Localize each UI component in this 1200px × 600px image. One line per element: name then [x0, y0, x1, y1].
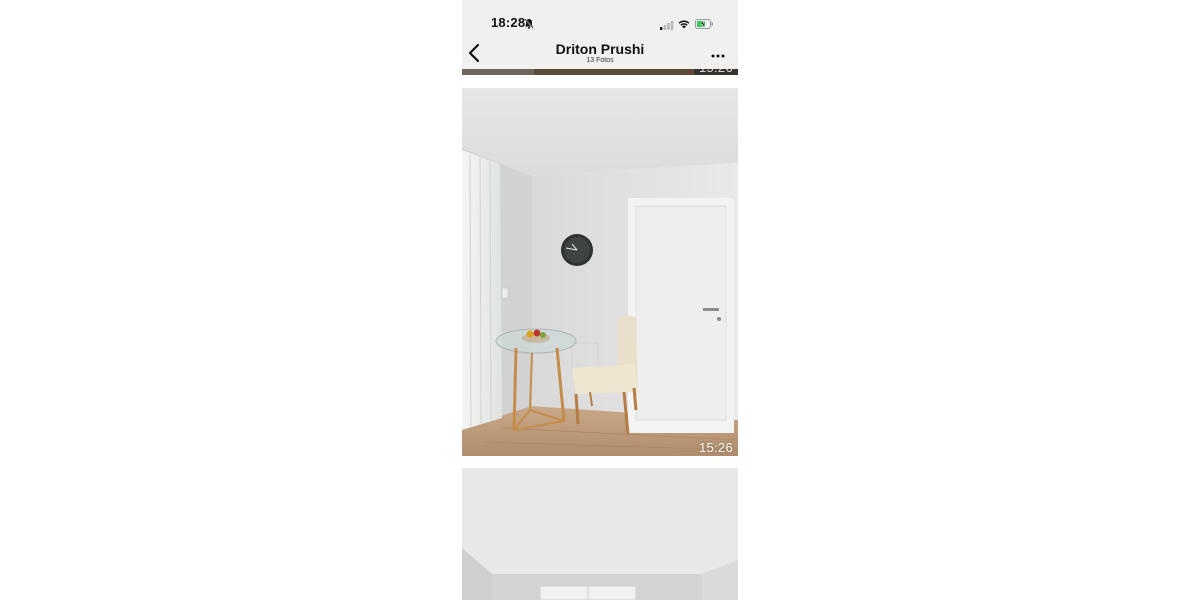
navigation-bar: 18:28 Driton Prushi 13 Fotos — [462, 0, 738, 69]
photo-count: 13 Fotos — [586, 57, 614, 64]
bell-slash-icon — [524, 16, 534, 34]
cellular-signal-icon — [660, 17, 674, 35]
phone-screen: 15:26 18:28 Driton Prushi 13 Fotos — [462, 0, 738, 600]
more-options-button[interactable] — [710, 48, 726, 58]
battery-charging-icon — [695, 16, 714, 34]
chat-title: Driton Prushi — [555, 41, 645, 57]
ellipsis-icon — [711, 54, 725, 58]
status-time: 18:28 — [491, 15, 526, 30]
wifi-icon — [678, 16, 690, 34]
photo-message-2[interactable]: 15:26 — [462, 88, 738, 456]
photo-timestamp: 15:26 — [698, 440, 733, 455]
photo-message-3[interactable] — [462, 468, 738, 600]
